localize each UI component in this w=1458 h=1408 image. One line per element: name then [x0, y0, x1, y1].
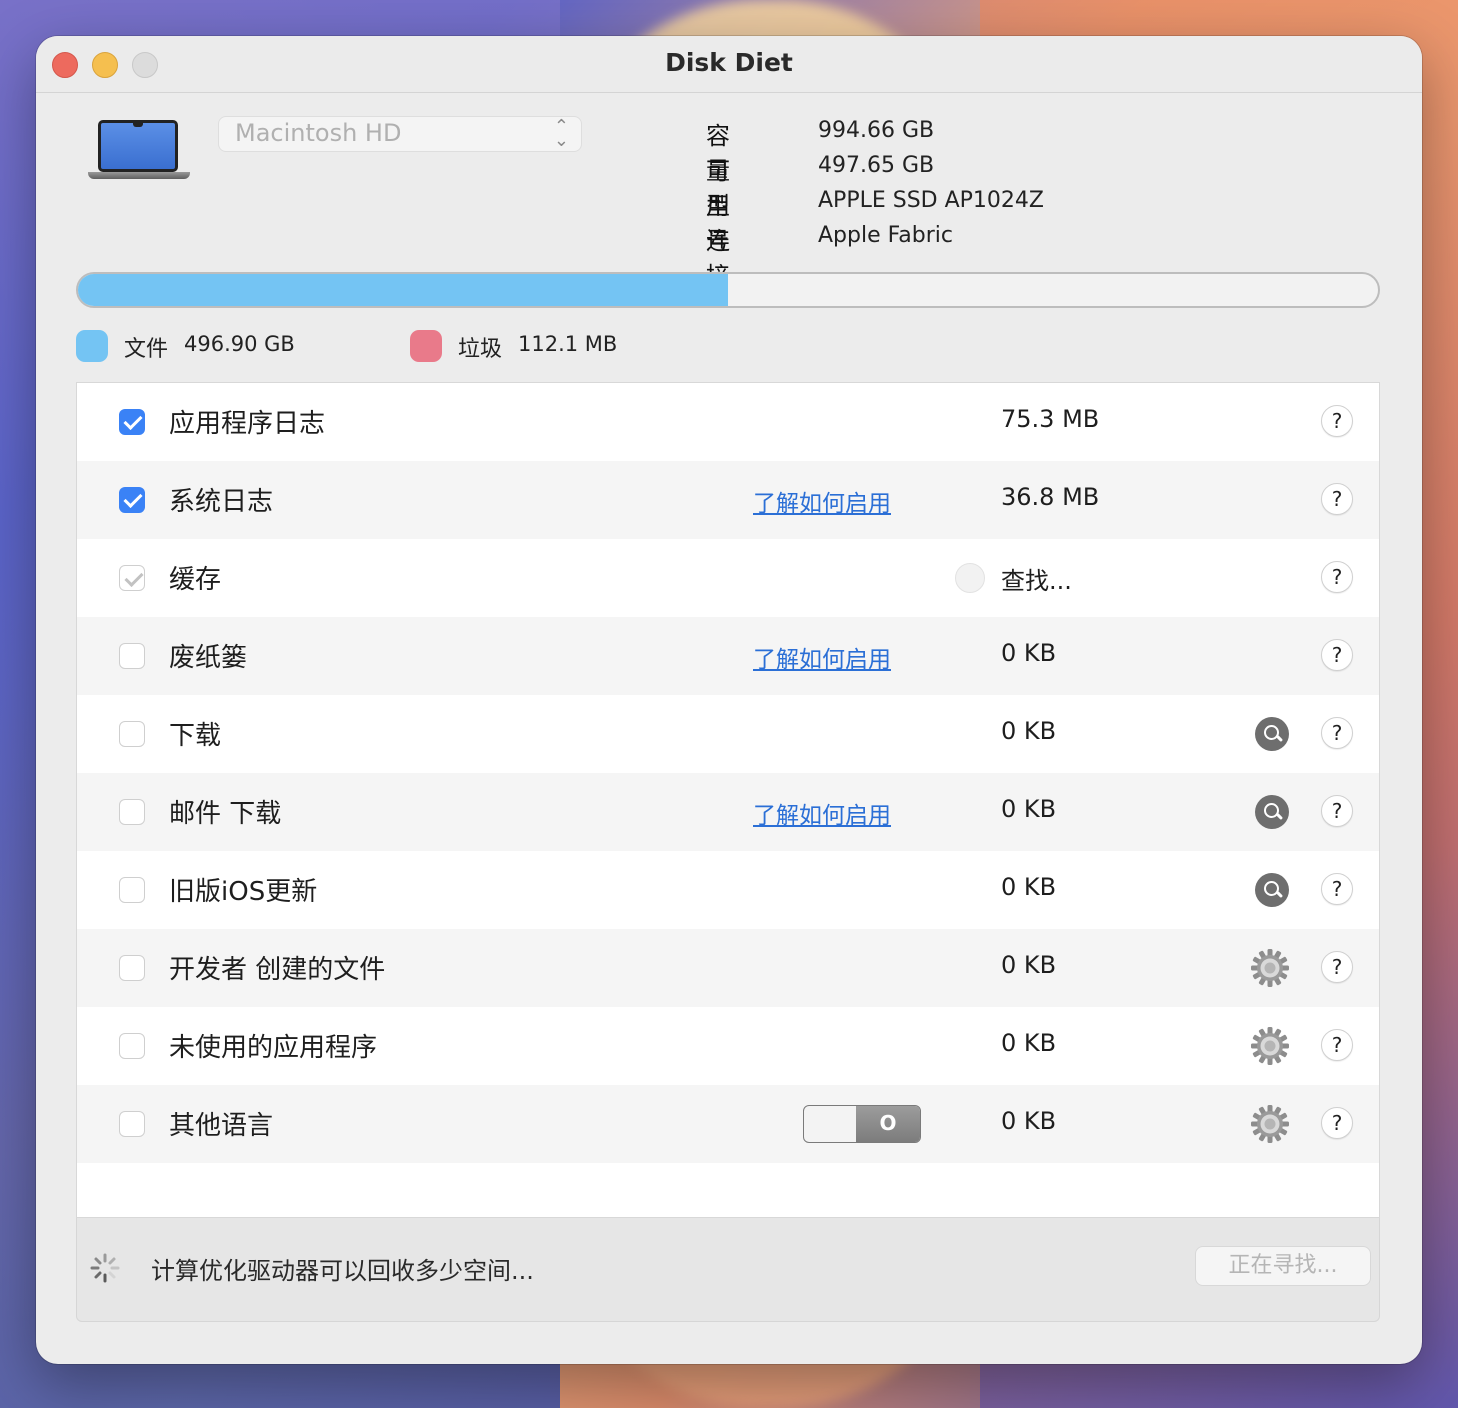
item-name: 未使用的应用程序	[169, 1033, 378, 1063]
list-item: 其他语言 O 0 KB?	[77, 1085, 1379, 1163]
app-window: Disk Diet Macintosh HD ⌃ ⌄ 容量 994.66 GB 可…	[36, 36, 1422, 1364]
help-button[interactable]: ?	[1321, 951, 1353, 983]
status-footer: 计算优化驱动器可以回收多少空间... 正在寻找...	[76, 1218, 1380, 1322]
info-value: 994.66 GB	[818, 118, 935, 143]
help-button[interactable]: ?	[1321, 873, 1353, 905]
legend-swatch-files	[76, 330, 108, 362]
list-item: 开发者 创建的文件 0 KB?	[77, 929, 1379, 1007]
item-name: 开发者 创建的文件	[169, 955, 386, 985]
list-item: 系统日志 了解如何启用 36.8 MB?	[77, 461, 1379, 539]
learn-enable-link[interactable]: 了解如何启用	[753, 484, 891, 518]
help-button[interactable]: ?	[1321, 1029, 1353, 1061]
list-item: 邮件 下载 了解如何启用 0 KB?	[77, 773, 1379, 851]
legend-value: 496.90 GB	[184, 332, 295, 356]
item-name: 其他语言	[169, 1111, 274, 1141]
list-item: 缓存 查找...?	[77, 539, 1379, 617]
list-item: 未使用的应用程序 0 KB?	[77, 1007, 1379, 1085]
help-button[interactable]: ?	[1321, 1107, 1353, 1139]
list-item: 下载 0 KB?	[77, 695, 1379, 773]
gear-icon[interactable]	[1249, 947, 1291, 989]
item-name: 缓存	[169, 565, 222, 595]
item-name: 下载	[169, 721, 222, 751]
disk-select[interactable]: Macintosh HD ⌃ ⌄	[218, 116, 582, 152]
item-size: 0 KB	[1001, 1029, 1057, 1057]
laptop-base	[88, 172, 190, 179]
disk-select-value: Macintosh HD	[235, 119, 402, 147]
item-checkbox[interactable]	[119, 877, 145, 903]
magnifier-icon[interactable]	[1255, 717, 1289, 751]
legend-swatch-junk	[410, 330, 442, 362]
info-value: APPLE SSD AP1024Z	[818, 188, 1044, 213]
toggle-knob: O	[856, 1106, 920, 1142]
info-value: Apple Fabric	[818, 223, 953, 248]
learn-enable-link[interactable]: 了解如何启用	[753, 640, 891, 674]
item-checkbox[interactable]	[119, 643, 145, 669]
help-button[interactable]: ?	[1321, 561, 1353, 593]
searching-button[interactable]: 正在寻找...	[1195, 1246, 1371, 1286]
cleanup-list: 应用程序日志 75.3 MB? 系统日志 了解如何启用 36.8 MB? 缓存 查找...?…	[76, 382, 1380, 1218]
item-size: 75.3 MB	[1001, 405, 1100, 433]
up-down-chevron-icon: ⌃ ⌄	[553, 116, 569, 151]
item-checkbox[interactable]	[119, 799, 145, 825]
item-size: 0 KB	[1001, 951, 1057, 979]
laptop-screen	[98, 120, 178, 172]
learn-enable-link[interactable]: 了解如何启用	[753, 796, 891, 830]
help-button[interactable]: ?	[1321, 483, 1353, 515]
legend-value: 112.1 MB	[518, 332, 618, 356]
item-name: 系统日志	[169, 487, 274, 517]
info-value: 497.65 GB	[818, 153, 935, 178]
usage-bar-fill	[78, 274, 728, 306]
help-button[interactable]: ?	[1321, 717, 1353, 749]
gear-icon[interactable]	[1249, 1025, 1291, 1067]
title-bar: Disk Diet	[36, 36, 1422, 93]
help-button[interactable]: ?	[1321, 795, 1353, 827]
language-toggle[interactable]: O	[803, 1105, 921, 1143]
magnifier-icon[interactable]	[1255, 873, 1289, 907]
item-checkbox[interactable]	[119, 565, 145, 591]
item-size: 0 KB	[1001, 639, 1057, 667]
legend-label: 文件	[124, 337, 169, 362]
help-button[interactable]: ?	[1321, 639, 1353, 671]
item-checkbox[interactable]	[119, 1111, 145, 1137]
magnifier-icon[interactable]	[1255, 795, 1289, 829]
item-size: 36.8 MB	[1001, 483, 1100, 511]
list-item: 废纸篓 了解如何启用 0 KB?	[77, 617, 1379, 695]
loading-spinner-icon	[90, 1253, 120, 1283]
item-checkbox[interactable]	[119, 1033, 145, 1059]
usage-bar	[76, 272, 1380, 308]
item-size: 0 KB	[1001, 1107, 1057, 1135]
item-name: 废纸篓	[169, 643, 248, 673]
item-size: 0 KB	[1001, 717, 1057, 745]
list-item: 应用程序日志 75.3 MB?	[77, 383, 1379, 461]
item-checkbox[interactable]	[119, 721, 145, 747]
item-name: 应用程序日志	[169, 409, 326, 439]
laptop-notch	[133, 123, 143, 127]
item-size: 0 KB	[1001, 873, 1057, 901]
laptop-icon	[88, 120, 190, 184]
list-item: 旧版iOS更新 0 KB?	[77, 851, 1379, 929]
legend-label: 垃圾	[458, 337, 503, 362]
status-text: 计算优化驱动器可以回收多少空间...	[151, 1257, 534, 1285]
item-name: 旧版iOS更新	[169, 877, 318, 907]
item-checkbox[interactable]	[119, 955, 145, 981]
help-button[interactable]: ?	[1321, 405, 1353, 437]
item-checkbox[interactable]	[119, 409, 145, 435]
item-size: 查找...	[1001, 567, 1072, 595]
window-title: Disk Diet	[665, 48, 793, 77]
item-name: 邮件 下载	[169, 799, 282, 829]
gear-icon[interactable]	[1249, 1103, 1291, 1145]
item-checkbox[interactable]	[119, 487, 145, 513]
progress-indicator-icon	[955, 563, 985, 593]
item-size: 0 KB	[1001, 795, 1057, 823]
